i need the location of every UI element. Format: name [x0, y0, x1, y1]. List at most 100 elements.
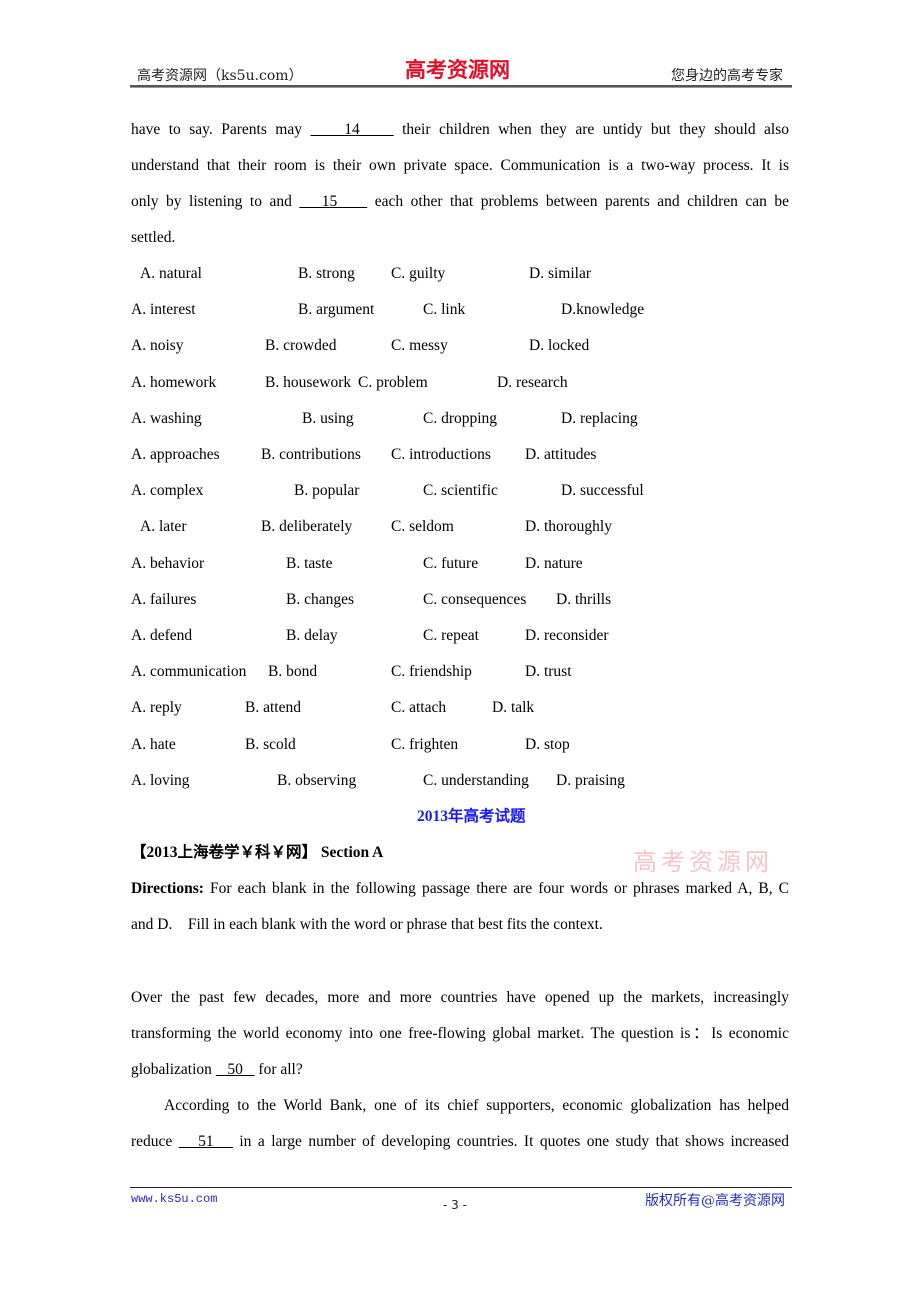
bracket-close: 】 — [301, 844, 318, 861]
option-a: A. communication — [131, 663, 247, 681]
option-a: A. hate — [131, 735, 176, 753]
text: for all? — [258, 1061, 303, 1078]
option-c: C. messy — [391, 337, 448, 355]
option-b: B. housework — [265, 373, 352, 391]
option-d: D. trust — [525, 663, 572, 681]
option-a: A. natural — [140, 265, 202, 282]
option-a: A. later — [140, 518, 187, 536]
text: each other that problems between parents… — [374, 193, 790, 210]
header-divider — [130, 85, 792, 88]
option-c: C. scientific — [423, 482, 498, 500]
option-d: D. thoroughly — [525, 518, 612, 536]
option-d: D. reconsider — [525, 627, 609, 644]
option-b: B. bond — [268, 663, 318, 681]
passage2-line: transforming the world economy into one … — [131, 1025, 789, 1042]
blank-50: 50 — [215, 1061, 255, 1078]
page-number: - 3 - — [443, 1198, 467, 1212]
text: reduce — [131, 1133, 173, 1150]
option-d: D. talk — [492, 699, 535, 717]
passage1-line: have to say. Parents may 14 their childr… — [131, 120, 789, 140]
directions-line: and D. Fill in each blank with the word … — [131, 916, 603, 933]
option-d: D. nature — [525, 554, 583, 572]
header-site-name: 高考资源网（ks5u.com） — [137, 68, 303, 84]
option-c: C. link — [423, 301, 466, 319]
header-logo: 高考资源网 — [405, 57, 510, 82]
option-a: A. defend — [131, 627, 193, 644]
footer-website-link[interactable]: www.ks5u.com — [131, 1192, 217, 1206]
section-label: Section A — [320, 844, 384, 861]
option-b: B. scold — [245, 735, 296, 753]
option-c: C. seldom — [391, 518, 454, 536]
text: in a large number of developing countrie… — [239, 1133, 790, 1150]
option-a: A. behavior — [131, 554, 205, 572]
option-c: C. repeat — [423, 627, 479, 644]
option-a: A. loving — [131, 771, 190, 789]
directions-line: Directions: For each blank in the follow… — [131, 879, 789, 899]
option-d: D. stop — [525, 735, 570, 753]
option-a: A. complex — [131, 482, 204, 500]
option-a: A. failures — [131, 590, 197, 608]
option-b: B. taste — [286, 554, 333, 572]
option-b: B. observing — [277, 771, 357, 789]
blank-51: 51 — [178, 1133, 233, 1150]
option-a: A. approaches — [131, 446, 220, 463]
option-d: D.knowledge — [561, 301, 645, 319]
option-c: C. frighten — [391, 735, 459, 753]
text: globalization — [131, 1061, 212, 1078]
option-a: A. homework — [131, 373, 217, 391]
blank-15: 15 — [299, 193, 368, 210]
passage1-line: settled. — [131, 229, 176, 246]
option-c: C. understanding — [423, 771, 529, 789]
footer-copyright: 版权所有@高考资源网 — [645, 1193, 785, 1209]
option-d: D. replacing — [561, 409, 638, 427]
section-heading: 2013年高考试题 — [417, 808, 526, 825]
option-c: C. problem — [358, 373, 428, 391]
passage2-line: According to the World Bank, one of its … — [164, 1097, 789, 1114]
option-b: B. contributions — [261, 446, 361, 463]
option-d: D. attitudes — [525, 446, 597, 463]
directions-label: Directions: — [131, 880, 204, 897]
option-d: D. praising — [556, 771, 625, 789]
option-b: B. deliberately — [261, 518, 353, 536]
watermark: 高考资源网 — [633, 848, 773, 876]
option-c: C. dropping — [423, 409, 498, 427]
option-d: D. similar — [529, 265, 591, 282]
option-c: C. introductions — [391, 446, 491, 463]
passage2-line: globalization 50 for all? — [131, 1060, 789, 1080]
passage1-line: only by listening to and 15 each other t… — [131, 192, 789, 212]
option-b: B. popular — [294, 482, 360, 500]
source-heading: 【2013上海卷学￥科￥网】 Section A — [131, 843, 383, 863]
option-c: C. future — [423, 554, 479, 572]
text: For each blank in the following passage … — [209, 880, 789, 897]
option-b: B. strong — [298, 265, 355, 282]
option-a: A. interest — [131, 301, 196, 319]
option-b: B. attend — [245, 699, 301, 717]
passage1-line: understand that their room is their own … — [131, 157, 789, 174]
footer-divider — [130, 1187, 792, 1188]
option-a: A. reply — [131, 699, 182, 717]
blank-14: 14 — [310, 121, 394, 138]
option-b: B. delay — [286, 627, 338, 644]
option-c: C. attach — [391, 699, 447, 717]
option-d: D. research — [497, 373, 568, 391]
text: have to say. Parents may — [131, 121, 302, 138]
option-a: A. washing — [131, 409, 202, 427]
option-b: B. changes — [286, 590, 355, 608]
option-b: B. using — [302, 409, 354, 427]
passage2-line: reduce 51 in a large number of developin… — [131, 1132, 789, 1152]
text: only by listening to and — [131, 193, 292, 210]
option-a: A. noisy — [131, 337, 184, 355]
option-b: B. crowded — [265, 337, 337, 355]
option-d: D. thrills — [556, 590, 612, 608]
option-c: C. consequences — [423, 590, 527, 608]
option-d: D. locked — [529, 337, 590, 355]
passage2-line: Over the past few decades, more and more… — [131, 989, 789, 1006]
text: their children when they are untidy but … — [402, 121, 790, 138]
option-c: C. guilty — [391, 265, 446, 282]
option-c: C. friendship — [391, 663, 472, 681]
header-tagline: 您身边的高考专家 — [671, 68, 783, 84]
option-d: D. successful — [561, 482, 644, 500]
option-b: B. argument — [298, 301, 375, 319]
source-label: 2013上海卷学￥科￥网 — [146, 844, 302, 861]
bracket-open: 【 — [131, 844, 147, 861]
